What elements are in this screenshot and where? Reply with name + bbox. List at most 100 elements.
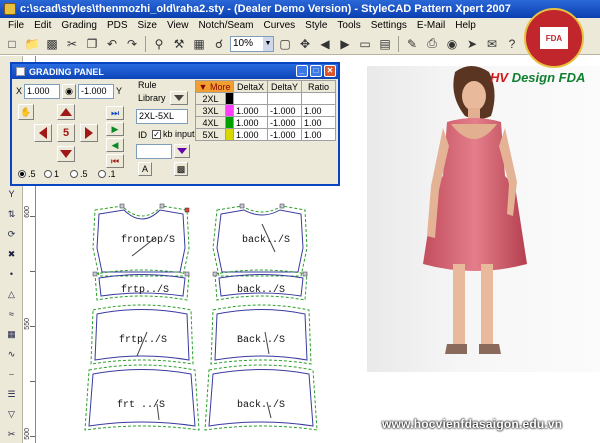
- notch-tool-icon[interactable]: △: [3, 286, 20, 302]
- zoom-select[interactable]: 10% ▼: [230, 35, 274, 52]
- pattern-canvas[interactable]: frontop/S back../S frtp../S back../S frt…: [37, 186, 367, 443]
- table-row[interactable]: 4XL 1.000 -1.000 1.00: [195, 116, 336, 129]
- table-row[interactable]: 2XL: [195, 92, 336, 105]
- step-radio-4[interactable]: [98, 170, 106, 178]
- y-value-field[interactable]: -1.000: [78, 84, 114, 99]
- grade-point[interactable]: [119, 203, 125, 209]
- first-point-icon[interactable]: ⏮: [106, 154, 124, 168]
- grade-point[interactable]: [184, 271, 190, 277]
- x-value-field[interactable]: 1.000: [24, 84, 60, 99]
- save-icon[interactable]: ▩: [43, 35, 61, 53]
- hammer-icon[interactable]: ⚒: [170, 35, 188, 53]
- cut-icon[interactable]: ✂: [63, 35, 81, 53]
- scissor-tool-icon[interactable]: ✂: [3, 426, 20, 442]
- chevron-down-icon[interactable]: ▼: [263, 36, 273, 51]
- size-cell[interactable]: 4XL: [195, 116, 226, 129]
- zoom-fit-icon[interactable]: ▢: [276, 35, 294, 53]
- last-point-icon[interactable]: ⏭: [106, 106, 124, 120]
- deltax-cell[interactable]: 1.000: [233, 116, 268, 129]
- save-grade-icon[interactable]: ▩: [174, 162, 188, 176]
- step-radio-2[interactable]: [44, 170, 52, 178]
- printer-icon[interactable]: ⎙: [423, 35, 441, 53]
- grid-icon[interactable]: ▦: [190, 35, 208, 53]
- deltay-cell[interactable]: -1.000: [267, 128, 302, 141]
- menu-settings[interactable]: Settings: [366, 20, 412, 31]
- dart-tool-icon[interactable]: ▽: [3, 406, 20, 422]
- table-row[interactable]: 3XL 1.000 -1.000 1.00: [195, 104, 336, 117]
- magnify-icon[interactable]: ⚲: [150, 35, 168, 53]
- rotate-tool-icon[interactable]: ⟳: [3, 226, 20, 242]
- move-left-button[interactable]: [34, 124, 52, 142]
- deltay-cell[interactable]: [267, 92, 302, 105]
- step-radio-3[interactable]: [70, 170, 78, 178]
- move-right-button[interactable]: [80, 124, 98, 142]
- grade-point[interactable]: [159, 203, 165, 209]
- ratio-cell[interactable]: 1.00: [301, 128, 336, 141]
- menu-size[interactable]: Size: [133, 20, 162, 31]
- minimize-button[interactable]: _: [296, 65, 308, 77]
- grade-point[interactable]: [92, 271, 98, 277]
- ratio-cell[interactable]: [301, 92, 336, 105]
- menu-help[interactable]: Help: [450, 20, 481, 31]
- grade-point[interactable]: [279, 203, 285, 209]
- menu-grading[interactable]: Grading: [56, 20, 102, 31]
- y-tool-icon[interactable]: Y: [3, 186, 20, 202]
- deltay-cell[interactable]: -1.000: [267, 104, 302, 117]
- measure-tool-icon[interactable]: ⎯: [3, 366, 20, 382]
- move-up-button[interactable]: [57, 104, 75, 120]
- a-button[interactable]: A: [138, 162, 152, 176]
- piece-icon[interactable]: ▭: [356, 35, 374, 53]
- menu-notch-seam[interactable]: Notch/Seam: [193, 20, 258, 31]
- size-cell[interactable]: 3XL: [195, 104, 226, 117]
- grade-tool-icon[interactable]: ▦: [3, 326, 20, 342]
- step-counter[interactable]: 5: [57, 124, 75, 142]
- redo-icon[interactable]: ↷: [123, 35, 141, 53]
- copy-icon[interactable]: ❐: [83, 35, 101, 53]
- undo-icon[interactable]: ↶: [103, 35, 121, 53]
- seam-tool-icon[interactable]: ≈: [3, 306, 20, 322]
- table-row[interactable]: 5XL 1.000 -1.000 1.00: [195, 128, 336, 141]
- id-dropdown-icon[interactable]: [174, 144, 190, 158]
- help-icon[interactable]: ?: [503, 35, 521, 53]
- menu-style[interactable]: Style: [300, 20, 332, 31]
- step-radio-1[interactable]: [18, 170, 26, 178]
- prev-point-icon[interactable]: ◀: [106, 138, 124, 152]
- next-point-icon[interactable]: ▶: [106, 122, 124, 136]
- zoom-icon[interactable]: ☌: [210, 35, 228, 53]
- point-tool-icon[interactable]: •: [3, 266, 20, 282]
- size-cell[interactable]: 5XL: [195, 128, 226, 141]
- deltax-cell[interactable]: 1.000: [233, 128, 268, 141]
- open-folder-icon[interactable]: 📁: [23, 35, 41, 53]
- move-down-button[interactable]: [57, 146, 75, 162]
- maximize-button[interactable]: □: [310, 65, 322, 77]
- ratio-cell[interactable]: 1.00: [301, 116, 336, 129]
- menu-view[interactable]: View: [162, 20, 194, 31]
- library-dropdown-icon[interactable]: [170, 91, 188, 105]
- forward-view-icon[interactable]: ▶: [336, 35, 354, 53]
- run-icon[interactable]: ➤: [463, 35, 481, 53]
- id-field[interactable]: [136, 144, 172, 159]
- kb-input-checkbox[interactable]: ✓: [152, 130, 161, 139]
- menu-file[interactable]: File: [3, 20, 29, 31]
- deltay-cell[interactable]: -1.000: [267, 116, 302, 129]
- camera-icon[interactable]: ◉: [443, 35, 461, 53]
- new-file-icon[interactable]: □: [3, 35, 21, 53]
- back-view-icon[interactable]: ◀: [316, 35, 334, 53]
- rule-field[interactable]: 2XL-5XL: [136, 109, 188, 124]
- link-xy-button[interactable]: ◉: [62, 84, 76, 99]
- close-button[interactable]: ✕: [324, 65, 336, 77]
- menu-curves[interactable]: Curves: [258, 20, 300, 31]
- menu-pds[interactable]: PDS: [102, 20, 133, 31]
- menu-email[interactable]: E-Mail: [412, 20, 450, 31]
- deltax-cell[interactable]: 1.000: [233, 104, 268, 117]
- hand-tool-icon[interactable]: ✋: [18, 104, 34, 120]
- grade-point-selected[interactable]: [184, 207, 190, 213]
- more-button[interactable]: ▼ More: [195, 80, 234, 93]
- brush-icon[interactable]: ✎: [403, 35, 421, 53]
- grading-panel-title-bar[interactable]: GRADING PANEL _ □ ✕: [12, 64, 338, 79]
- deltax-cell[interactable]: [233, 92, 268, 105]
- layer-icon[interactable]: ▤: [376, 35, 394, 53]
- menu-tools[interactable]: Tools: [332, 20, 365, 31]
- grade-point[interactable]: [212, 271, 218, 277]
- pan-icon[interactable]: ✥: [296, 35, 314, 53]
